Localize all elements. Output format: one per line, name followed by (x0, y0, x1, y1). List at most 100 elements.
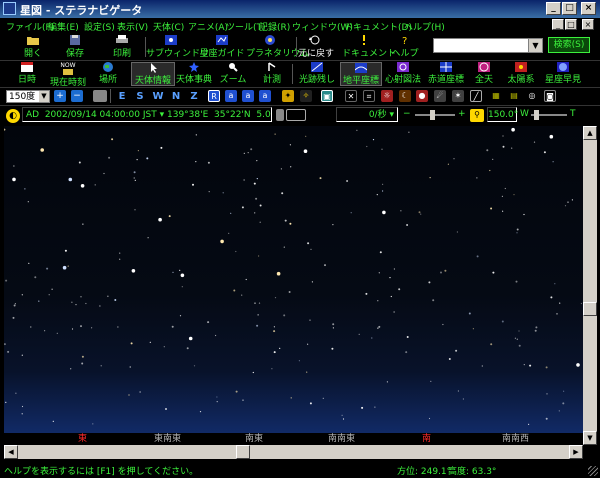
subwindow-button[interactable]: サブウィンドウ (146, 35, 209, 59)
close-button[interactable]: × (581, 2, 596, 15)
planet-icon[interactable]: ● (416, 90, 428, 102)
grid-alt-icon[interactable]: ▤ (508, 90, 520, 102)
horizontal-scrollbar[interactable]: ◀ ▶ (4, 445, 583, 459)
mode-r-button[interactable]: R (208, 90, 220, 102)
document-button[interactable]: ドキュメント (342, 35, 396, 59)
chevron-down-icon[interactable]: ▼ (528, 39, 542, 52)
menu-help[interactable]: ヘルプ(H) (404, 20, 445, 33)
place-button[interactable]: 場所 (94, 62, 122, 86)
object-event-button[interactable]: 天体事典 (176, 62, 212, 86)
direction-east-button[interactable]: E (116, 90, 128, 103)
plus-icon[interactable]: + (458, 107, 468, 122)
time-slider-thumb[interactable] (286, 109, 306, 121)
star-chart-view[interactable] (4, 126, 583, 433)
star (516, 232, 518, 234)
stepper-icon[interactable] (276, 109, 284, 121)
direction-west-button[interactable]: W (152, 90, 164, 103)
measure-button[interactable]: 計測 (256, 62, 288, 86)
screen-toggle-icon[interactable] (93, 90, 107, 102)
search-combobox[interactable]: ▼ (433, 38, 543, 53)
moon-icon[interactable]: ☾ (399, 90, 411, 102)
scroll-up-icon[interactable]: ▲ (583, 126, 597, 140)
comet-icon[interactable]: ☄ (434, 90, 446, 102)
save-button[interactable]: 保存 (58, 35, 92, 59)
scroll-left-icon[interactable]: ◀ (4, 445, 18, 459)
sun-icon[interactable]: ☼ (381, 90, 393, 102)
time-icon[interactable]: ◐ (6, 109, 20, 123)
zoom-in-icon[interactable]: + (54, 90, 66, 102)
satellite-icon[interactable]: ✶ (452, 90, 464, 102)
maximize-button[interactable]: □ (562, 2, 577, 15)
horizon-coords-button[interactable]: 地平座標 (340, 62, 382, 86)
fov-display[interactable]: 150.0° (487, 107, 518, 122)
menu-file[interactable]: ファイル(F) (6, 20, 54, 33)
direction-zenith-button[interactable]: Z (188, 90, 200, 103)
allsky-button[interactable]: 全天 (472, 62, 496, 86)
zoom-slider-thumb[interactable] (534, 110, 539, 120)
constellation-guide-button[interactable]: 星座ガイド (198, 35, 246, 59)
image-icon[interactable]: ▣ (321, 90, 333, 102)
speed-select[interactable]: 0/秒 ▾ (336, 107, 398, 122)
vertical-scroll-thumb[interactable] (583, 302, 597, 316)
scroll-right-icon[interactable]: ▶ (569, 445, 583, 459)
direction-south-button[interactable]: S (134, 90, 146, 103)
mode-a2-button[interactable]: a (242, 90, 254, 102)
help-button[interactable]: ? ヘルプ (388, 35, 422, 59)
star (361, 406, 364, 409)
star (379, 251, 382, 254)
menu-settings[interactable]: 設定(S) (84, 20, 115, 33)
menu-view[interactable]: 表示(V) (117, 20, 148, 33)
mode-a1-button[interactable]: a (225, 90, 237, 102)
frame-icon[interactable]: ⌗ (363, 90, 375, 102)
constellation-early-button[interactable]: 星座早見 (543, 62, 583, 86)
datetime-button[interactable]: 日時 (14, 62, 40, 86)
mdi-close-button[interactable]: × (582, 19, 594, 30)
search-button[interactable]: 検索(S) (548, 37, 590, 53)
equatorial-coords-button[interactable]: 赤道座標 (424, 62, 468, 86)
status-help-text: ヘルプを表示するには [F1] を押してください。 (4, 467, 199, 477)
mdi-minimize-button[interactable]: _ (552, 19, 564, 30)
minus-icon[interactable]: − (403, 107, 413, 122)
print-button[interactable]: 印刷 (105, 35, 139, 59)
trail-button[interactable]: 光跡残し (296, 62, 338, 86)
fov-select[interactable]: 150度 ▼ (6, 90, 50, 103)
minimize-button[interactable]: _ (546, 2, 561, 15)
menu-edit[interactable]: 編集(E) (48, 20, 79, 33)
menu-anime[interactable]: アニメ(A) (188, 20, 228, 33)
zoom-out-icon[interactable]: − (71, 90, 83, 102)
vertical-scrollbar[interactable]: ▲ ▼ (583, 126, 597, 445)
planetarium-button[interactable]: プラネタリウム (246, 35, 309, 59)
speed-slider-track[interactable] (415, 114, 455, 116)
question-icon: ? (402, 36, 407, 45)
horizontal-scroll-thumb[interactable] (236, 445, 250, 459)
star (186, 347, 189, 350)
open-button[interactable]: 開く (18, 35, 48, 59)
mdi-maximize-button[interactable]: □ (565, 19, 577, 30)
projection-button[interactable]: 心射図法 (384, 62, 422, 86)
lock-icon[interactable]: ⚲ (470, 109, 484, 122)
zoom-button[interactable]: ズーム (218, 62, 248, 86)
compass-icon[interactable]: ◎ (526, 90, 538, 102)
star (309, 319, 311, 321)
datetime-location-display[interactable]: AD 2002/09/14 04:00:00 JST ▾ 139°38'E 35… (22, 107, 272, 122)
speed-slider-thumb[interactable] (430, 110, 435, 120)
scroll-down-icon[interactable]: ▼ (583, 431, 597, 445)
grid-icon[interactable]: ▦ (490, 90, 502, 102)
solar-system-button[interactable]: 太陽系 (505, 62, 537, 86)
menu-record[interactable]: 記録(R) (259, 20, 290, 33)
line-icon[interactable]: ╱ (470, 90, 482, 102)
menu-objects[interactable]: 天体(C) (153, 20, 184, 33)
stars-icon[interactable]: ✧ (300, 90, 312, 102)
star (440, 271, 442, 274)
menu-document[interactable]: ドキュメント(D) (344, 20, 412, 33)
cross-icon[interactable]: ✕ (345, 90, 357, 102)
mode-a3-button[interactable]: a (259, 90, 271, 102)
object-info-button[interactable]: 天体情報 (131, 62, 175, 86)
camera-icon[interactable]: ◙ (544, 90, 556, 102)
resize-grip[interactable] (588, 466, 598, 476)
now-button[interactable]: NOW 現在時刻 (48, 62, 88, 88)
direction-north-button[interactable]: N (170, 90, 182, 103)
chevron-down-icon[interactable]: ▼ (39, 91, 49, 102)
sparkle-icon[interactable]: ✦ (282, 90, 294, 102)
undo-button[interactable]: 元に戻す (298, 35, 334, 59)
